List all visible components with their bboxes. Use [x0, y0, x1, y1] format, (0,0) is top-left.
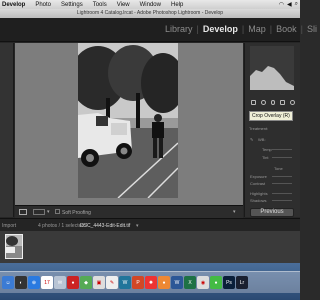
tint-slider[interactable]: [272, 157, 292, 158]
shadows-label: Shadows: [250, 198, 267, 203]
filmstrip-filename[interactable]: DSC_4443-Edit-Edit.tif: [80, 223, 130, 229]
app-icon-red[interactable]: ●: [67, 276, 79, 289]
textedit-icon[interactable]: ✎: [106, 276, 118, 289]
filmstrip-thumbnail[interactable]: [5, 234, 23, 259]
crop-overlay-icon[interactable]: [251, 99, 256, 105]
exposure-label: Exposure: [250, 174, 267, 179]
toolbar-menu-icon[interactable]: ▾: [233, 209, 236, 215]
volume-icon[interactable]: ◀: [287, 1, 292, 8]
wifi-icon[interactable]: ◠: [279, 1, 284, 8]
graduated-filter-icon[interactable]: [280, 99, 286, 105]
soft-proofing-checkbox[interactable]: [55, 209, 60, 214]
chevron-down-icon[interactable]: ▾: [47, 209, 50, 215]
before-after-icon[interactable]: [33, 209, 45, 215]
shadows-slider[interactable]: [272, 200, 292, 201]
module-book[interactable]: Book: [273, 24, 300, 34]
safari-icon[interactable]: ⊕: [28, 276, 40, 289]
module-bar: Library | Develop | Map | Book | Sli: [0, 18, 317, 42]
menu-window[interactable]: Window: [140, 2, 161, 8]
highlights-label: Highlights: [250, 191, 268, 196]
highlights-slider[interactable]: [272, 193, 292, 194]
mac-menubar: Develop Photo Settings Tools View Window…: [0, 0, 300, 9]
maps-icon[interactable]: ◆: [80, 276, 92, 289]
histogram-graph: [250, 66, 294, 90]
wordpress-icon[interactable]: W: [119, 276, 131, 289]
screen: Develop Photo Settings Tools View Window…: [0, 0, 317, 300]
word-icon[interactable]: W: [171, 276, 183, 289]
module-library[interactable]: Library: [162, 24, 196, 34]
dashboard-icon[interactable]: ◐: [15, 276, 27, 289]
exposure-slider[interactable]: [272, 176, 292, 177]
mail-icon[interactable]: ✉: [54, 276, 66, 289]
develop-toolstrip: [249, 98, 295, 106]
tooltip: Crop Overlay (R): [249, 111, 293, 121]
excel-icon[interactable]: X: [184, 276, 196, 289]
app-icon-green[interactable]: ●: [210, 276, 222, 289]
powerpoint-icon[interactable]: P: [132, 276, 144, 289]
window-title: Lightroom 4 Catalog.lrcat - Adobe Photos…: [76, 10, 224, 16]
lightroom-icon[interactable]: Lr: [236, 276, 248, 289]
module-slideshow[interactable]: Sli: [304, 24, 320, 34]
calendar-icon[interactable]: 17: [41, 276, 53, 289]
chevron-down-icon[interactable]: ▾: [136, 223, 139, 229]
filmstrip-header: Import 4 photos / 1 selected / DSC_4443-…: [0, 218, 300, 231]
menu-help[interactable]: Help: [171, 2, 183, 8]
app-icon-flame[interactable]: ✹: [145, 276, 157, 289]
menu-settings[interactable]: Settings: [61, 2, 83, 8]
spot-removal-icon[interactable]: [260, 99, 266, 105]
loupe-view-icon[interactable]: [19, 209, 27, 215]
photoshop-icon[interactable]: Ps: [223, 276, 235, 289]
histogram: [250, 46, 294, 90]
tint-label: Tint: [262, 155, 269, 160]
temp-label: Temp: [262, 147, 272, 152]
tone-label: Tone: [274, 166, 283, 171]
spotlight-icon[interactable]: ⌕: [295, 1, 298, 8]
wb-label: WB:: [258, 137, 266, 142]
contrast-label: Contrast: [250, 181, 266, 186]
filmstrip-source[interactable]: Import: [2, 223, 16, 229]
thumbnail-image: [6, 235, 22, 258]
left-panel[interactable]: [0, 43, 14, 217]
filmstrip[interactable]: [0, 231, 300, 263]
chrome-icon[interactable]: ◉: [197, 276, 209, 289]
soft-proofing-label: Soft Proofing: [62, 210, 91, 216]
preview-icon[interactable]: ▣: [93, 276, 105, 289]
adjustment-brush-icon[interactable]: [290, 99, 295, 105]
dock: ☺ ◐ ⊕ 17 ✉ ● ◆ ▣ ✎ W P ✹ ● W X ◉ ● Ps Lr: [0, 271, 300, 293]
red-eye-icon[interactable]: [270, 99, 276, 105]
app-icon-orange[interactable]: ●: [158, 276, 170, 289]
wb-eyedropper-icon[interactable]: ✎: [250, 137, 253, 142]
module-picker: Library | Develop | Map | Book | Sli: [162, 24, 320, 34]
menu-photo[interactable]: Photo: [35, 2, 51, 8]
menu-develop[interactable]: Develop: [2, 2, 25, 8]
treatment-label: Treatment:: [249, 126, 269, 131]
develop-toolbar: ▾ Soft Proofing ▾: [15, 205, 243, 218]
photo-preview[interactable]: [78, 43, 178, 198]
window-titlebar: Lightroom 4 Catalog.lrcat - Adobe Photos…: [0, 9, 300, 18]
finder-icon[interactable]: ☺: [2, 276, 14, 289]
menu-view[interactable]: View: [117, 2, 130, 8]
temp-slider[interactable]: [272, 149, 292, 150]
module-map[interactable]: Map: [245, 24, 269, 34]
previous-button[interactable]: Previous: [250, 208, 294, 217]
photo-image: [78, 43, 178, 198]
menu-tools[interactable]: Tools: [93, 2, 107, 8]
module-develop[interactable]: Develop: [200, 24, 241, 34]
contrast-slider[interactable]: [272, 183, 292, 184]
